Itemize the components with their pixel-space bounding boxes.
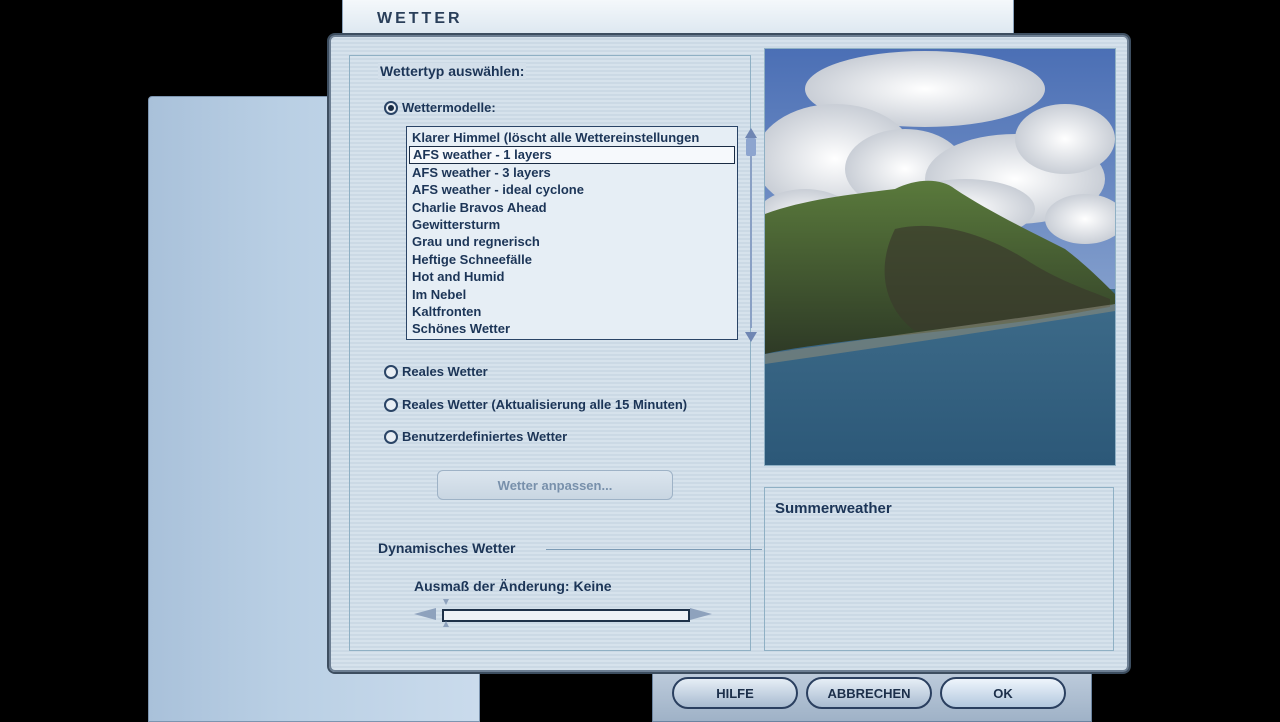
radio-custom-weather[interactable]: Benutzerdefiniertes Wetter <box>384 429 567 444</box>
ok-button[interactable]: OK <box>940 677 1066 709</box>
radio-weather-models[interactable]: Wettermodelle: <box>384 100 496 115</box>
list-item[interactable]: Gewittersturm <box>409 216 735 233</box>
change-amount-label: Ausmaß der Änderung: Keine <box>414 578 612 594</box>
radio-real-weather-label: Reales Wetter <box>402 364 488 379</box>
radio-weather-models-label: Wettermodelle: <box>402 100 496 115</box>
weather-preview-image <box>764 48 1116 466</box>
weather-dialog: Wettertyp auswählen: Wettermodelle: Klar… <box>329 35 1129 672</box>
section-divider <box>546 549 762 550</box>
change-amount-slider[interactable] <box>442 609 690 622</box>
list-item[interactable]: Charlie Bravos Ahead <box>409 199 735 216</box>
customize-weather-button[interactable]: Wetter anpassen... <box>437 470 673 500</box>
scroll-up-arrow-icon[interactable] <box>745 128 757 138</box>
landscape-preview-icon <box>765 49 1115 465</box>
radio-real-weather-update[interactable]: Reales Wetter (Aktualisierung alle 15 Mi… <box>384 397 687 412</box>
scroll-down-arrow-icon[interactable] <box>745 332 757 342</box>
slider-increase-arrow-icon[interactable] <box>690 608 712 620</box>
list-item[interactable]: Klarer Himmel (löscht alle Wettereinstel… <box>409 129 735 146</box>
list-item[interactable]: AFS weather - 3 layers <box>409 164 735 181</box>
weather-type-group: Wettertyp auswählen: Wettermodelle: Klar… <box>349 55 762 651</box>
radio-custom-weather-label: Benutzerdefiniertes Wetter <box>402 429 568 444</box>
list-item[interactable]: Schönes Wetter <box>409 320 735 337</box>
weather-description-title: Summerweather <box>775 500 892 517</box>
scroll-track[interactable] <box>750 140 752 328</box>
scroll-thumb[interactable] <box>746 138 756 156</box>
list-item[interactable]: Heftige Schneefälle <box>409 251 735 268</box>
radio-unselected-icon[interactable] <box>384 429 398 444</box>
list-item[interactable]: AFS weather - ideal cyclone <box>409 181 735 198</box>
window-title-bar: WETTER <box>342 0 1014 37</box>
dynamic-weather-title: Dynamisches Wetter <box>378 540 516 556</box>
cancel-button[interactable]: ABBRECHEN <box>806 677 932 709</box>
list-item[interactable]: Hot and Humid <box>409 268 735 285</box>
radio-unselected-icon[interactable] <box>384 364 398 379</box>
list-item[interactable]: Im Nebel <box>409 286 735 303</box>
list-item[interactable]: Grau und regnerisch <box>409 233 735 250</box>
weather-type-group-label: Wettertyp auswählen: <box>378 63 527 79</box>
weather-description-box: Summerweather <box>764 487 1114 651</box>
window-title: WETTER <box>377 10 463 27</box>
list-item[interactable]: Kaltfronten <box>409 303 735 320</box>
weather-models-listbox[interactable]: Klarer Himmel (löscht alle Wettereinstel… <box>406 126 738 340</box>
help-button[interactable]: HILFE <box>672 677 798 709</box>
radio-selected-icon[interactable] <box>384 100 398 115</box>
list-scrollbar[interactable] <box>744 128 758 342</box>
radio-unselected-icon[interactable] <box>384 397 398 412</box>
radio-real-weather[interactable]: Reales Wetter <box>384 364 488 379</box>
slider-thumb[interactable] <box>442 599 449 627</box>
slider-decrease-arrow-icon[interactable] <box>414 608 436 620</box>
radio-real-weather-update-label: Reales Wetter (Aktualisierung alle 15 Mi… <box>402 397 688 412</box>
list-item-selected[interactable]: AFS weather - 1 layers <box>409 146 735 164</box>
